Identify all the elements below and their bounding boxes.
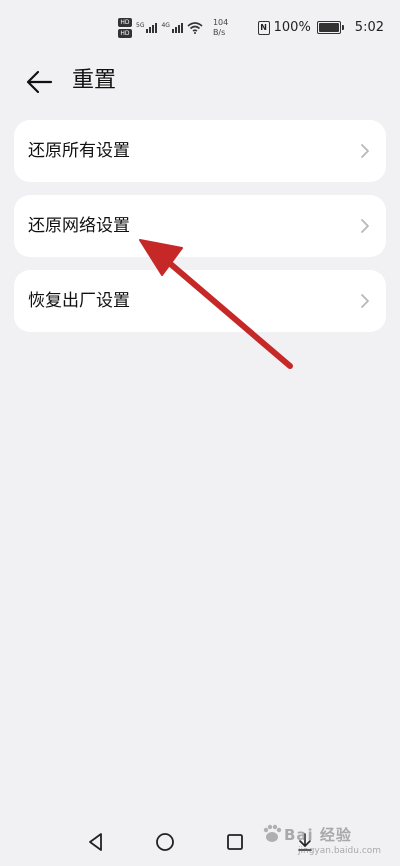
chevron-right-icon <box>361 144 369 158</box>
arrow-left-icon <box>26 70 53 94</box>
circle-home-icon <box>156 833 174 851</box>
page-header: 重置 <box>0 58 400 108</box>
signal-4g-label: 4G <box>161 22 170 29</box>
paw-logo-icon <box>263 824 282 842</box>
factory-reset-label: 恢复出厂设置 <box>28 291 130 311</box>
network-speed: 104 B/s <box>213 18 228 38</box>
nav-back-button[interactable] <box>84 830 108 854</box>
signal-5g-label: 5G <box>136 22 145 29</box>
status-icons-left: HD HD 5G 4G 104 B/s <box>118 18 228 38</box>
watermark-url: jingyan.baidu.com <box>298 846 382 856</box>
battery-icon <box>316 21 344 34</box>
nav-recents-button[interactable] <box>223 830 247 854</box>
reset-network-settings-item[interactable]: 还原网络设置 <box>14 195 386 257</box>
status-icons-right: N 100% 5:02 <box>257 20 384 35</box>
hd-icon: HD <box>118 29 132 38</box>
network-speed-unit: B/s <box>212 28 226 37</box>
reset-network-settings-label: 还原网络设置 <box>28 216 130 236</box>
reset-all-settings-label: 还原所有设置 <box>28 141 130 161</box>
watermark-text: Bai 经验 <box>284 826 352 844</box>
hd-icons: HD HD <box>118 18 132 38</box>
reset-all-settings-item[interactable]: 还原所有设置 <box>14 120 386 182</box>
clock: 5:02 <box>354 20 384 35</box>
back-button[interactable] <box>20 66 56 98</box>
triangle-back-icon <box>89 833 102 851</box>
battery-percent: 100% <box>273 20 311 35</box>
nfc-icon: N <box>257 20 270 35</box>
factory-reset-item[interactable]: 恢复出厂设置 <box>14 270 386 332</box>
nav-home-button[interactable] <box>153 830 177 854</box>
hd-icon: HD <box>118 18 132 27</box>
chevron-right-icon <box>361 294 369 308</box>
signal-4g-icon: 4G <box>161 22 183 33</box>
baidu-jingyan-watermark: Bai 经验 jingyan.baidu.com <box>258 818 400 866</box>
chevron-right-icon <box>361 219 369 233</box>
signal-5g-icon: 5G <box>136 22 158 33</box>
page-title: 重置 <box>72 68 117 93</box>
status-bar: HD HD 5G 4G 104 B/s N 100% 5:02 <box>0 0 400 58</box>
square-recents-icon <box>227 834 243 850</box>
network-speed-value: 104 <box>212 18 229 27</box>
wifi-icon <box>187 22 203 34</box>
